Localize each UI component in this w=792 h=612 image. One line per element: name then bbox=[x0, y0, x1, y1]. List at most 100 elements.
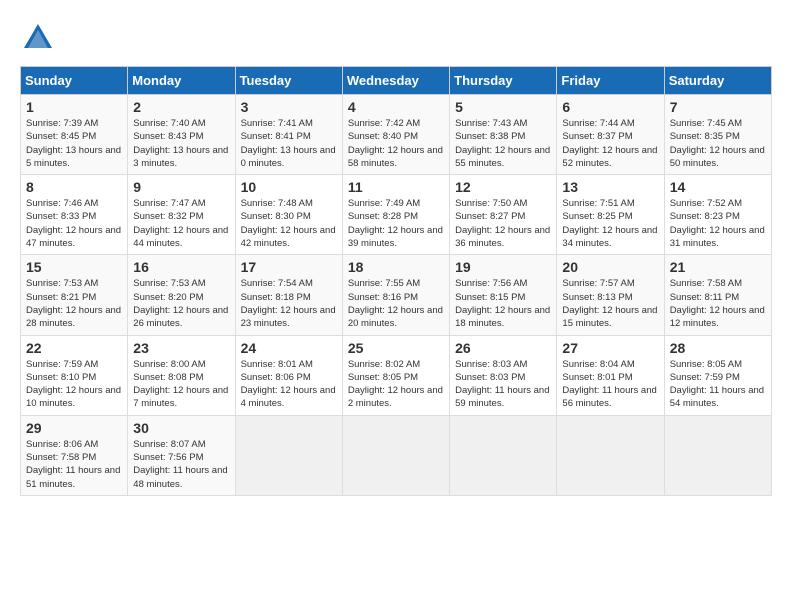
calendar-cell: 17 Sunrise: 7:54 AM Sunset: 8:18 PM Dayl… bbox=[235, 255, 342, 335]
day-number: 30 bbox=[133, 420, 229, 436]
day-info: Sunrise: 7:44 AM Sunset: 8:37 PM Dayligh… bbox=[562, 117, 658, 170]
calendar-cell: 23 Sunrise: 8:00 AM Sunset: 8:08 PM Dayl… bbox=[128, 335, 235, 415]
calendar-week-5: 29 Sunrise: 8:06 AM Sunset: 7:58 PM Dayl… bbox=[21, 415, 772, 495]
calendar-cell: 26 Sunrise: 8:03 AM Sunset: 8:03 PM Dayl… bbox=[450, 335, 557, 415]
calendar-cell: 12 Sunrise: 7:50 AM Sunset: 8:27 PM Dayl… bbox=[450, 175, 557, 255]
day-info: Sunrise: 7:42 AM Sunset: 8:40 PM Dayligh… bbox=[348, 117, 444, 170]
day-number: 3 bbox=[241, 99, 337, 115]
day-info: Sunrise: 7:51 AM Sunset: 8:25 PM Dayligh… bbox=[562, 197, 658, 250]
day-header-wednesday: Wednesday bbox=[342, 67, 449, 95]
day-number: 15 bbox=[26, 259, 122, 275]
day-info: Sunrise: 7:49 AM Sunset: 8:28 PM Dayligh… bbox=[348, 197, 444, 250]
calendar-cell: 22 Sunrise: 7:59 AM Sunset: 8:10 PM Dayl… bbox=[21, 335, 128, 415]
day-number: 7 bbox=[670, 99, 766, 115]
calendar-cell: 25 Sunrise: 8:02 AM Sunset: 8:05 PM Dayl… bbox=[342, 335, 449, 415]
day-number: 4 bbox=[348, 99, 444, 115]
calendar-cell: 30 Sunrise: 8:07 AM Sunset: 7:56 PM Dayl… bbox=[128, 415, 235, 495]
calendar-cell: 20 Sunrise: 7:57 AM Sunset: 8:13 PM Dayl… bbox=[557, 255, 664, 335]
calendar-cell: 14 Sunrise: 7:52 AM Sunset: 8:23 PM Dayl… bbox=[664, 175, 771, 255]
day-number: 27 bbox=[562, 340, 658, 356]
day-number: 26 bbox=[455, 340, 551, 356]
day-info: Sunrise: 8:06 AM Sunset: 7:58 PM Dayligh… bbox=[26, 438, 122, 491]
calendar-cell: 29 Sunrise: 8:06 AM Sunset: 7:58 PM Dayl… bbox=[21, 415, 128, 495]
day-number: 21 bbox=[670, 259, 766, 275]
day-info: Sunrise: 7:39 AM Sunset: 8:45 PM Dayligh… bbox=[26, 117, 122, 170]
day-info: Sunrise: 7:41 AM Sunset: 8:41 PM Dayligh… bbox=[241, 117, 337, 170]
day-info: Sunrise: 7:45 AM Sunset: 8:35 PM Dayligh… bbox=[670, 117, 766, 170]
calendar-cell: 11 Sunrise: 7:49 AM Sunset: 8:28 PM Dayl… bbox=[342, 175, 449, 255]
day-info: Sunrise: 7:52 AM Sunset: 8:23 PM Dayligh… bbox=[670, 197, 766, 250]
day-info: Sunrise: 7:56 AM Sunset: 8:15 PM Dayligh… bbox=[455, 277, 551, 330]
day-header-friday: Friday bbox=[557, 67, 664, 95]
calendar-cell bbox=[557, 415, 664, 495]
day-info: Sunrise: 7:53 AM Sunset: 8:20 PM Dayligh… bbox=[133, 277, 229, 330]
calendar-week-2: 8 Sunrise: 7:46 AM Sunset: 8:33 PM Dayli… bbox=[21, 175, 772, 255]
day-number: 20 bbox=[562, 259, 658, 275]
day-header-thursday: Thursday bbox=[450, 67, 557, 95]
calendar-cell bbox=[450, 415, 557, 495]
day-number: 14 bbox=[670, 179, 766, 195]
calendar-cell: 28 Sunrise: 8:05 AM Sunset: 7:59 PM Dayl… bbox=[664, 335, 771, 415]
calendar-week-4: 22 Sunrise: 7:59 AM Sunset: 8:10 PM Dayl… bbox=[21, 335, 772, 415]
day-number: 23 bbox=[133, 340, 229, 356]
day-info: Sunrise: 8:04 AM Sunset: 8:01 PM Dayligh… bbox=[562, 358, 658, 411]
calendar-cell: 16 Sunrise: 7:53 AM Sunset: 8:20 PM Dayl… bbox=[128, 255, 235, 335]
day-info: Sunrise: 7:59 AM Sunset: 8:10 PM Dayligh… bbox=[26, 358, 122, 411]
day-info: Sunrise: 8:07 AM Sunset: 7:56 PM Dayligh… bbox=[133, 438, 229, 491]
day-number: 1 bbox=[26, 99, 122, 115]
day-number: 25 bbox=[348, 340, 444, 356]
calendar-cell: 21 Sunrise: 7:58 AM Sunset: 8:11 PM Dayl… bbox=[664, 255, 771, 335]
calendar-cell: 7 Sunrise: 7:45 AM Sunset: 8:35 PM Dayli… bbox=[664, 95, 771, 175]
logo-icon bbox=[20, 20, 56, 56]
day-number: 5 bbox=[455, 99, 551, 115]
day-info: Sunrise: 8:05 AM Sunset: 7:59 PM Dayligh… bbox=[670, 358, 766, 411]
day-number: 28 bbox=[670, 340, 766, 356]
calendar-cell: 27 Sunrise: 8:04 AM Sunset: 8:01 PM Dayl… bbox=[557, 335, 664, 415]
page-header bbox=[20, 20, 772, 56]
calendar-cell: 24 Sunrise: 8:01 AM Sunset: 8:06 PM Dayl… bbox=[235, 335, 342, 415]
day-info: Sunrise: 7:57 AM Sunset: 8:13 PM Dayligh… bbox=[562, 277, 658, 330]
day-info: Sunrise: 8:01 AM Sunset: 8:06 PM Dayligh… bbox=[241, 358, 337, 411]
day-info: Sunrise: 7:54 AM Sunset: 8:18 PM Dayligh… bbox=[241, 277, 337, 330]
day-number: 22 bbox=[26, 340, 122, 356]
day-number: 13 bbox=[562, 179, 658, 195]
calendar-cell: 18 Sunrise: 7:55 AM Sunset: 8:16 PM Dayl… bbox=[342, 255, 449, 335]
calendar-week-1: 1 Sunrise: 7:39 AM Sunset: 8:45 PM Dayli… bbox=[21, 95, 772, 175]
calendar-cell: 1 Sunrise: 7:39 AM Sunset: 8:45 PM Dayli… bbox=[21, 95, 128, 175]
day-header-monday: Monday bbox=[128, 67, 235, 95]
day-info: Sunrise: 7:48 AM Sunset: 8:30 PM Dayligh… bbox=[241, 197, 337, 250]
day-number: 18 bbox=[348, 259, 444, 275]
day-number: 11 bbox=[348, 179, 444, 195]
day-number: 9 bbox=[133, 179, 229, 195]
calendar-cell: 9 Sunrise: 7:47 AM Sunset: 8:32 PM Dayli… bbox=[128, 175, 235, 255]
calendar-cell: 3 Sunrise: 7:41 AM Sunset: 8:41 PM Dayli… bbox=[235, 95, 342, 175]
day-info: Sunrise: 7:58 AM Sunset: 8:11 PM Dayligh… bbox=[670, 277, 766, 330]
day-number: 17 bbox=[241, 259, 337, 275]
day-number: 6 bbox=[562, 99, 658, 115]
day-number: 8 bbox=[26, 179, 122, 195]
calendar-cell: 6 Sunrise: 7:44 AM Sunset: 8:37 PM Dayli… bbox=[557, 95, 664, 175]
day-info: Sunrise: 7:47 AM Sunset: 8:32 PM Dayligh… bbox=[133, 197, 229, 250]
day-number: 19 bbox=[455, 259, 551, 275]
calendar-week-3: 15 Sunrise: 7:53 AM Sunset: 8:21 PM Dayl… bbox=[21, 255, 772, 335]
day-info: Sunrise: 7:43 AM Sunset: 8:38 PM Dayligh… bbox=[455, 117, 551, 170]
day-number: 10 bbox=[241, 179, 337, 195]
calendar-cell: 19 Sunrise: 7:56 AM Sunset: 8:15 PM Dayl… bbox=[450, 255, 557, 335]
day-info: Sunrise: 8:03 AM Sunset: 8:03 PM Dayligh… bbox=[455, 358, 551, 411]
day-info: Sunrise: 7:53 AM Sunset: 8:21 PM Dayligh… bbox=[26, 277, 122, 330]
day-info: Sunrise: 7:46 AM Sunset: 8:33 PM Dayligh… bbox=[26, 197, 122, 250]
calendar-cell bbox=[342, 415, 449, 495]
day-info: Sunrise: 8:00 AM Sunset: 8:08 PM Dayligh… bbox=[133, 358, 229, 411]
calendar-cell: 2 Sunrise: 7:40 AM Sunset: 8:43 PM Dayli… bbox=[128, 95, 235, 175]
calendar-cell: 4 Sunrise: 7:42 AM Sunset: 8:40 PM Dayli… bbox=[342, 95, 449, 175]
day-header-tuesday: Tuesday bbox=[235, 67, 342, 95]
calendar-cell: 13 Sunrise: 7:51 AM Sunset: 8:25 PM Dayl… bbox=[557, 175, 664, 255]
day-number: 24 bbox=[241, 340, 337, 356]
calendar-cell: 10 Sunrise: 7:48 AM Sunset: 8:30 PM Dayl… bbox=[235, 175, 342, 255]
day-number: 2 bbox=[133, 99, 229, 115]
day-number: 12 bbox=[455, 179, 551, 195]
calendar-table: SundayMondayTuesdayWednesdayThursdayFrid… bbox=[20, 66, 772, 496]
day-header-sunday: Sunday bbox=[21, 67, 128, 95]
day-info: Sunrise: 7:55 AM Sunset: 8:16 PM Dayligh… bbox=[348, 277, 444, 330]
calendar-cell bbox=[664, 415, 771, 495]
